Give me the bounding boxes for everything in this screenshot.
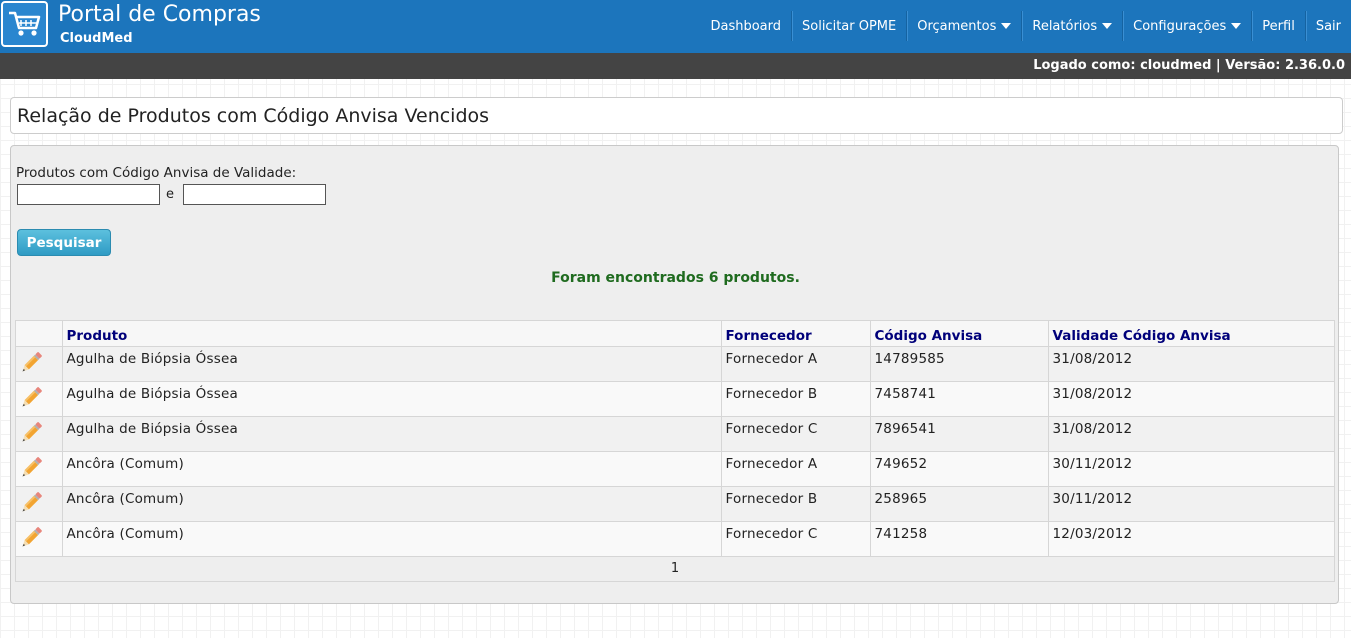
nav-orcamentos-label: Orçamentos [917, 18, 997, 34]
table-row: Ancôra (Comum) Fornecedor B 258965 30/11… [16, 486, 1334, 521]
search-button[interactable]: Pesquisar [17, 229, 111, 256]
search-panel: Produtos com Código Anvisa de Validade: … [10, 145, 1339, 604]
column-header-fornecedor[interactable]: Fornecedor [721, 321, 871, 346]
cell-produto: Ancôra (Comum) [62, 521, 722, 556]
nav-dashboard-label: Dashboard [710, 18, 781, 34]
caret-down-icon [1231, 23, 1242, 29]
column-header-codigo-anvisa[interactable]: Código Anvisa [870, 321, 1049, 346]
top-navbar: Portal de Compras CloudMed Dashboard Sol… [0, 0, 1351, 53]
cell-fornecedor: Fornecedor C [721, 416, 871, 451]
validity-start-input[interactable] [17, 184, 160, 205]
cell-fornecedor: Fornecedor B [721, 486, 871, 521]
nav-relatorios[interactable]: Relatórios [1021, 11, 1122, 41]
edit-cell [16, 346, 63, 381]
brand-title[interactable]: Portal de Compras [58, 2, 261, 27]
validity-end-input[interactable] [183, 184, 326, 205]
cell-validade: 30/11/2012 [1052, 455, 1133, 472]
pencil-edit-icon[interactable] [18, 420, 44, 446]
nav-solicitar-opme-label: Solicitar OPME [802, 18, 897, 34]
brand-subtitle: CloudMed [60, 31, 133, 46]
pencil-edit-icon[interactable] [18, 455, 44, 481]
edit-cell [16, 486, 63, 521]
table-row: Agulha de Biópsia Óssea Fornecedor C 789… [16, 416, 1334, 451]
pencil-edit-icon[interactable] [18, 490, 44, 516]
products-table: Produto Fornecedor Código Anvisa Validad… [15, 320, 1335, 582]
cell-validade: 30/11/2012 [1052, 490, 1133, 507]
nav-orcamentos[interactable]: Orçamentos [906, 11, 1021, 41]
pager: 1 [16, 556, 1334, 581]
caret-down-icon [1001, 23, 1012, 29]
table-row: Agulha de Biópsia Óssea Fornecedor A 147… [16, 346, 1334, 381]
column-header-produto[interactable]: Produto [62, 321, 722, 346]
cell-fornecedor: Fornecedor A [721, 451, 871, 486]
table-row: Ancôra (Comum) Fornecedor A 749652 30/11… [16, 451, 1334, 486]
page-title: Relação de Produtos com Código Anvisa Ve… [17, 105, 490, 127]
main-nav: Dashboard Solicitar OPME Orçamentos Rela… [700, 11, 1351, 41]
cell-validade: 31/08/2012 [1052, 385, 1133, 402]
page-number[interactable]: 1 [671, 561, 679, 576]
cell-produto: Agulha de Biópsia Óssea [62, 346, 722, 381]
status-bar: Logado como: cloudmed | Versão: 2.36.0.0 [0, 53, 1351, 79]
edit-cell [16, 381, 63, 416]
nav-relatorios-label: Relatórios [1032, 18, 1098, 34]
login-status: Logado como: cloudmed | Versão: 2.36.0.0 [1033, 58, 1345, 73]
shopping-cart-icon[interactable] [1, 1, 48, 47]
cell-fornecedor: Fornecedor C [721, 521, 871, 556]
nav-dashboard[interactable]: Dashboard [700, 11, 791, 41]
nav-solicitar-opme[interactable]: Solicitar OPME [791, 11, 906, 41]
cell-validade: 31/08/2012 [1052, 420, 1133, 437]
range-separator: e [166, 187, 174, 202]
cell-codigo-anvisa: 7458741 [870, 381, 1049, 416]
cell-validade: 12/03/2012 [1052, 525, 1133, 542]
cell-codigo-anvisa: 258965 [870, 486, 1049, 521]
cell-produto: Ancôra (Comum) [62, 451, 722, 486]
nav-configuracoes-label: Configurações [1133, 18, 1227, 34]
cell-codigo-anvisa: 741258 [870, 521, 1049, 556]
cell-produto: Agulha de Biópsia Óssea [62, 416, 722, 451]
cell-codigo-anvisa: 14789585 [870, 346, 1049, 381]
pencil-edit-icon[interactable] [18, 525, 44, 551]
filter-label: Produtos com Código Anvisa de Validade: [16, 165, 297, 181]
edit-cell [16, 451, 63, 486]
page-title-panel: Relação de Produtos com Código Anvisa Ve… [10, 97, 1343, 134]
nav-sair-label: Sair [1315, 18, 1341, 34]
cell-produto: Ancôra (Comum) [62, 486, 722, 521]
result-message: Foram encontrados 6 produtos. [551, 270, 800, 286]
pencil-edit-icon[interactable] [18, 350, 44, 376]
cell-codigo-anvisa: 7896541 [870, 416, 1049, 451]
nav-perfil[interactable]: Perfil [1251, 11, 1305, 41]
nav-sair[interactable]: Sair [1304, 11, 1351, 41]
nav-perfil-label: Perfil [1262, 18, 1295, 34]
cell-produto: Agulha de Biópsia Óssea [62, 381, 722, 416]
pencil-edit-icon[interactable] [18, 385, 44, 411]
edit-cell [16, 416, 63, 451]
nav-configuracoes[interactable]: Configurações [1122, 11, 1251, 41]
table-row: Agulha de Biópsia Óssea Fornecedor B 745… [16, 381, 1334, 416]
edit-cell [16, 521, 63, 556]
column-header-edit [16, 321, 63, 346]
cell-fornecedor: Fornecedor B [721, 381, 871, 416]
column-header-validade[interactable]: Validade Código Anvisa [1048, 321, 1334, 346]
table-row: Ancôra (Comum) Fornecedor C 741258 12/03… [16, 521, 1334, 556]
cell-codigo-anvisa: 749652 [870, 451, 1049, 486]
cell-fornecedor: Fornecedor A [721, 346, 871, 381]
table-header-row: Produto Fornecedor Código Anvisa Validad… [16, 321, 1334, 346]
caret-down-icon [1102, 23, 1113, 29]
cell-validade: 31/08/2012 [1052, 350, 1133, 367]
